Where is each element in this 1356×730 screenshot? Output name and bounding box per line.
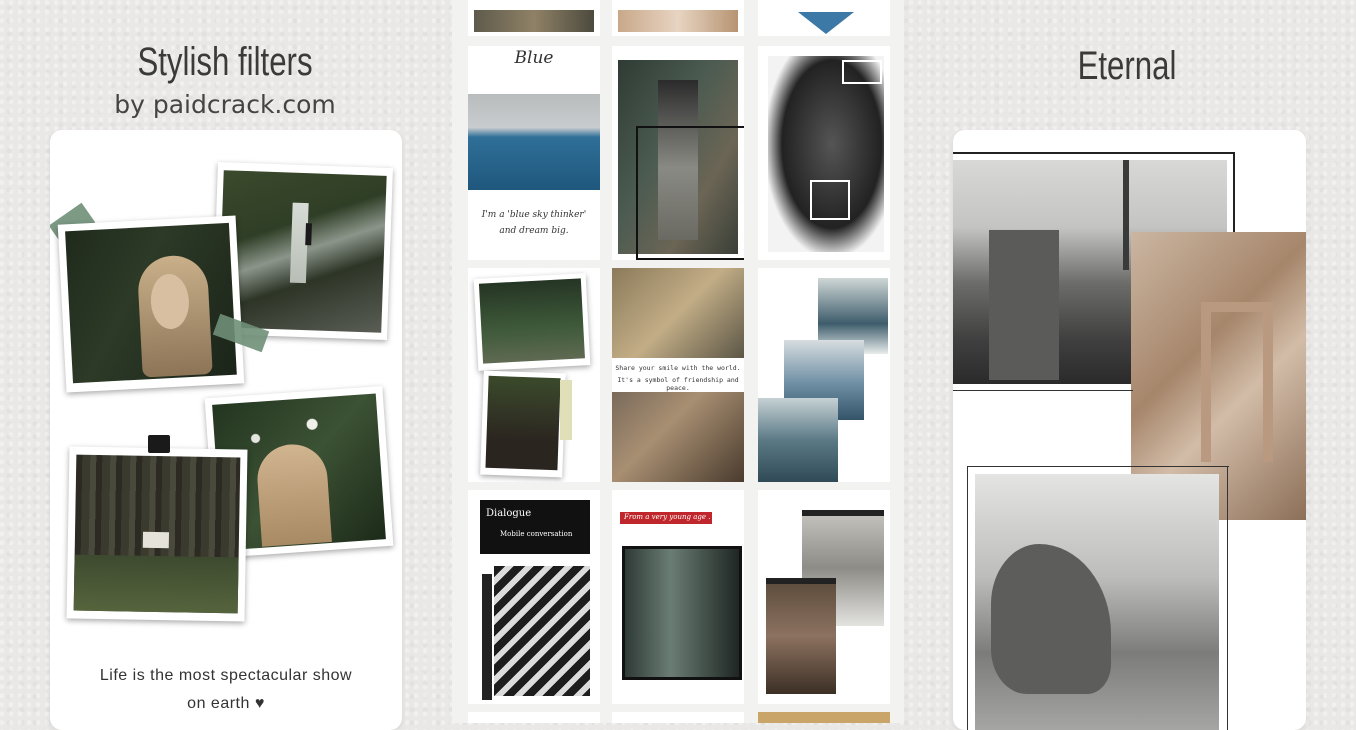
forest-photo xyxy=(73,454,241,614)
template-young-age[interactable]: From a very young age . xyxy=(612,490,744,704)
template-smile[interactable]: Share your smile with the world. It's a … xyxy=(612,268,744,482)
template-tile[interactable] xyxy=(612,712,744,723)
right-phone-card xyxy=(953,130,1306,730)
silhouette-photo xyxy=(768,56,884,252)
dialogue-title: Dialogue xyxy=(486,508,532,519)
hug-photo xyxy=(612,392,744,482)
template-blue[interactable]: Blue I'm a 'blue sky thinker' and dream … xyxy=(468,46,600,260)
binder-clip-icon xyxy=(148,435,170,453)
template-tile[interactable] xyxy=(758,712,890,723)
left-subtitle: by paidcrack.com xyxy=(114,90,336,119)
couple-frame-photo xyxy=(622,546,742,680)
polaroid-portrait[interactable] xyxy=(57,215,245,393)
template-tile[interactable] xyxy=(468,712,600,723)
blue-title: Blue xyxy=(514,48,554,68)
template-subway[interactable] xyxy=(612,46,744,260)
portrait-photo xyxy=(65,222,237,384)
template-tile[interactable] xyxy=(612,0,744,36)
crosswalk-photo xyxy=(494,566,590,696)
polaroid-forest[interactable] xyxy=(66,446,248,622)
right-title: Eternal xyxy=(1077,44,1177,88)
caption-line-2: on earth ♥ xyxy=(187,695,265,712)
blue-quote-2: and dream big. xyxy=(499,226,569,236)
gargoyle-photo xyxy=(975,474,1219,730)
left-title: Stylish filters xyxy=(137,40,313,84)
blue-quote-1: I'm a 'blue sky thinker' xyxy=(481,210,587,220)
smile-line-2: It's a symbol of friendship and peace. xyxy=(617,376,739,392)
caption-line-1: Life is the most spectacular show xyxy=(99,667,353,684)
left-phone-card: Life is the most spectacular show on ear… xyxy=(50,130,402,730)
young-age-label: From a very young age . xyxy=(624,513,711,521)
sea-photo xyxy=(468,94,600,190)
couple-photo xyxy=(612,268,744,358)
template-tile[interactable] xyxy=(468,0,600,36)
template-tile[interactable] xyxy=(758,0,890,36)
template-window-collage[interactable] xyxy=(758,490,890,704)
dialogue-subtitle: Mobile conversation xyxy=(500,530,573,538)
template-dialogue[interactable]: Dialogue Mobile conversation xyxy=(468,490,600,704)
tool-strip xyxy=(482,574,492,700)
waterfall-photo xyxy=(218,170,387,333)
smile-line-1: Share your smile with the world. xyxy=(615,364,741,372)
template-ocean-collage[interactable] xyxy=(758,268,890,482)
template-grid: Blue I'm a 'blue sky thinker' and dream … xyxy=(452,0,904,723)
frame-overlay xyxy=(636,126,744,260)
template-double-exposure[interactable] xyxy=(758,46,890,260)
template-polaroid-stack[interactable] xyxy=(468,268,600,482)
